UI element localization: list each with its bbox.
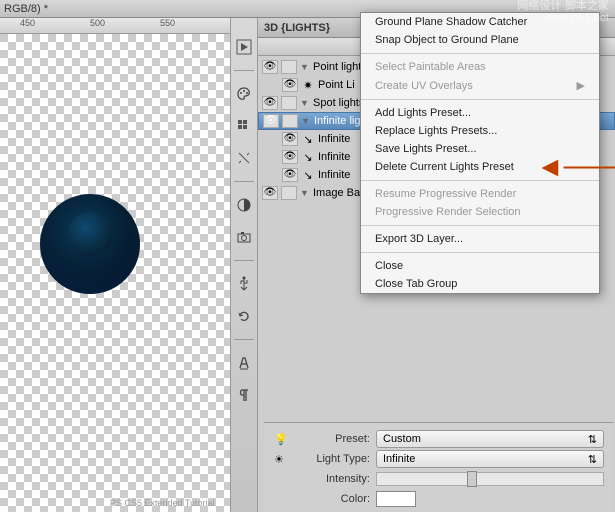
lighttype-icon: ☀ xyxy=(274,453,294,466)
light-properties-panel: 💡 Preset: Custom⇅ ☀ Light Type: Infinite… xyxy=(264,422,614,512)
canvas-area[interactable]: 450 500 550 PS CS5 Extended Tutorial xyxy=(0,18,230,512)
twirl-icon[interactable]: ▼ xyxy=(300,98,310,108)
visibility-toggle[interactable]: 👁 xyxy=(282,150,298,164)
box-icon[interactable] xyxy=(282,114,298,128)
slider-thumb[interactable] xyxy=(467,471,477,487)
contrast-icon[interactable] xyxy=(234,196,254,214)
menu-create-uv: Create UV Overlays▶ xyxy=(361,76,599,95)
visibility-toggle[interactable]: 👁 xyxy=(262,186,278,200)
infinite-light-icon: ↘ xyxy=(301,133,315,146)
dropdown-arrow-icon: ⇅ xyxy=(588,433,597,446)
menu-render-selection: Progressive Render Selection xyxy=(361,203,599,221)
menu-resume-render: Resume Progressive Render xyxy=(361,185,599,203)
visibility-toggle[interactable]: 👁 xyxy=(263,114,279,128)
menu-snap-object[interactable]: Snap Object to Ground Plane xyxy=(361,31,599,49)
grid-icon[interactable] xyxy=(234,117,254,135)
canvas[interactable]: PS CS5 Extended Tutorial xyxy=(0,34,230,512)
color-label: Color: xyxy=(300,493,370,505)
twirl-icon[interactable]: ▼ xyxy=(300,62,310,72)
visibility-toggle[interactable]: 👁 xyxy=(262,60,278,74)
visibility-toggle[interactable]: 👁 xyxy=(282,168,298,182)
document-title: RGB/8) * xyxy=(4,3,48,15)
usb-icon[interactable] xyxy=(234,275,254,293)
infinite-light-icon: ↘ xyxy=(301,169,315,182)
visibility-toggle[interactable]: 👁 xyxy=(262,96,278,110)
play-icon[interactable] xyxy=(234,38,254,56)
preset-dropdown[interactable]: Custom⇅ xyxy=(376,430,604,448)
infinite-light-icon: ↘ xyxy=(301,151,315,164)
visibility-toggle[interactable]: 👁 xyxy=(282,78,298,92)
paragraph-icon[interactable] xyxy=(234,386,254,404)
submenu-arrow-icon: ▶ xyxy=(577,79,585,92)
ruler-tick: 550 xyxy=(160,18,175,28)
ruler-tick: 500 xyxy=(90,18,105,28)
lighttype-label: Light Type: xyxy=(300,453,370,465)
twirl-icon[interactable]: ▼ xyxy=(301,116,311,126)
text-icon[interactable] xyxy=(234,354,254,372)
camera-icon[interactable] xyxy=(234,228,254,246)
palette-icon[interactable] xyxy=(234,85,254,103)
intensity-label: Intensity: xyxy=(300,473,370,485)
intensity-slider[interactable] xyxy=(376,472,604,486)
watermark-line1: 网络设计·脚本之家 xyxy=(517,0,609,12)
menu-export-3d-layer[interactable]: Export 3D Layer... xyxy=(361,230,599,248)
box-icon[interactable] xyxy=(281,186,297,200)
point-light-icon: ✷ xyxy=(301,79,315,92)
3d-object-sphere[interactable] xyxy=(40,194,140,294)
ruler-horizontal: 450 500 550 xyxy=(0,18,230,34)
ruler-tick: 450 xyxy=(20,18,35,28)
watermark-line2: www.jb51.net xyxy=(517,12,609,24)
dropdown-arrow-icon: ⇅ xyxy=(588,453,597,466)
visibility-toggle[interactable]: 👁 xyxy=(282,132,298,146)
menu-replace-lights-presets[interactable]: Replace Lights Presets... xyxy=(361,122,599,140)
menu-close[interactable]: Close xyxy=(361,257,599,275)
refresh-icon[interactable] xyxy=(234,307,254,325)
preset-label: Preset: xyxy=(300,433,370,445)
menu-select-paintable: Select Paintable Areas xyxy=(361,58,599,76)
twirl-icon[interactable]: ▼ xyxy=(300,188,310,198)
box-icon[interactable] xyxy=(281,96,297,110)
lighttype-dropdown[interactable]: Infinite⇅ xyxy=(376,450,604,468)
color-swatch[interactable] xyxy=(376,491,416,507)
menu-add-lights-preset[interactable]: Add Lights Preset... xyxy=(361,104,599,122)
box-icon[interactable] xyxy=(281,60,297,74)
tool-strip xyxy=(230,18,258,512)
doc-info: PS CS5 Extended Tutorial xyxy=(110,498,215,508)
measure-icon[interactable] xyxy=(234,149,254,167)
annotation-arrow-icon: ◄─── xyxy=(536,151,615,183)
menu-close-tab-group[interactable]: Close Tab Group xyxy=(361,275,599,293)
preset-icon: 💡 xyxy=(274,433,294,446)
